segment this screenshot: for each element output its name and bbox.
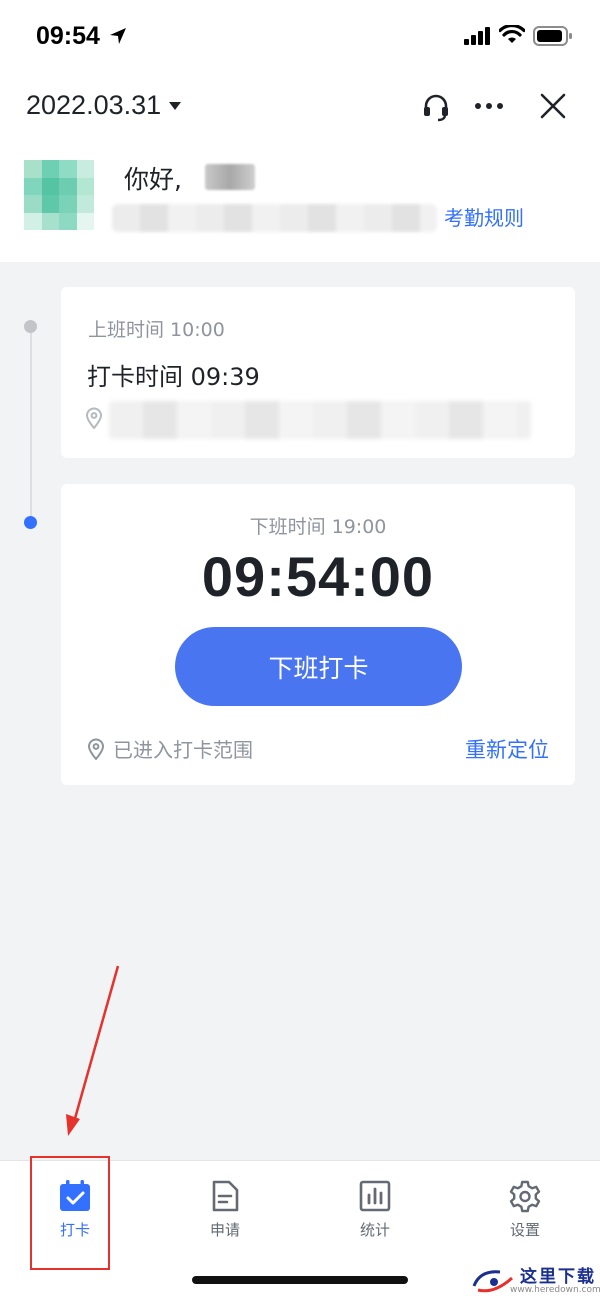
location-pin-icon: [85, 407, 103, 429]
clock-in-card: 上班时间 10:00 打卡时间 09:39: [61, 287, 575, 458]
clock-in-scheduled-time: 上班时间 10:00: [88, 319, 225, 341]
location-pin-icon: [87, 738, 105, 760]
annotation-arrow: [66, 965, 120, 1136]
clock-out-button[interactable]: 下班打卡: [175, 627, 462, 706]
clock-out-card: 下班时间 19:00 09:54:00 下班打卡 已进入打卡范围 重新定位: [61, 484, 575, 785]
battery-icon: [533, 26, 572, 46]
home-indicator: [192, 1276, 408, 1284]
annotation-highlight-box: [30, 1156, 110, 1270]
timeline-dot-clock-in: [24, 320, 37, 333]
status-bar: 09:54: [0, 0, 600, 72]
nav-label-stats: 统计: [359, 1221, 390, 1239]
attendance-rules-link[interactable]: 考勤规则: [444, 202, 524, 231]
nav-label-apply: 申请: [209, 1221, 240, 1239]
nav-item-apply[interactable]: 申请: [175, 1179, 275, 1259]
header: 2022.03.31 你好, 考勤规则: [0, 72, 600, 262]
nav-item-settings[interactable]: 设置: [475, 1179, 575, 1259]
greeting: 你好,: [124, 165, 182, 194]
current-time-display: 09:54:00: [201, 545, 435, 608]
status-time: 09:54: [36, 22, 100, 50]
caret-down-icon: [169, 101, 182, 110]
gear-icon: [509, 1180, 541, 1213]
watermark-url: www.heredown.com: [510, 1285, 600, 1295]
avatar: [24, 160, 94, 230]
redacted-name: [205, 164, 255, 190]
clock-in-punch-time: 打卡时间 09:39: [87, 363, 260, 391]
bar-chart-icon: [359, 1180, 391, 1212]
timeline-dot-clock-out: [24, 516, 37, 529]
redacted-department: [112, 204, 437, 232]
wifi-icon: [499, 25, 525, 43]
headset-icon[interactable]: [422, 92, 450, 122]
document-icon: [212, 1180, 239, 1212]
clock-out-scheduled-time: 下班时间 19:00: [249, 516, 387, 538]
range-status-row: 已进入打卡范围: [87, 734, 253, 763]
more-icon[interactable]: [474, 102, 504, 110]
nav-item-stats[interactable]: 统计: [325, 1179, 425, 1259]
watermark-title: 这里下载: [520, 1267, 596, 1287]
range-status-text: 已进入打卡范围: [113, 738, 253, 762]
relocate-link[interactable]: 重新定位: [465, 734, 549, 764]
cellular-signal-icon: [464, 27, 490, 45]
nav-label-settings: 设置: [509, 1221, 540, 1239]
location-arrow-icon: [110, 28, 126, 44]
date-text: 2022.03.31: [26, 90, 162, 120]
date-selector[interactable]: 2022.03.31: [26, 90, 182, 121]
timeline-line: [30, 326, 32, 522]
redacted-address: [109, 401, 531, 439]
close-icon[interactable]: [539, 92, 567, 120]
